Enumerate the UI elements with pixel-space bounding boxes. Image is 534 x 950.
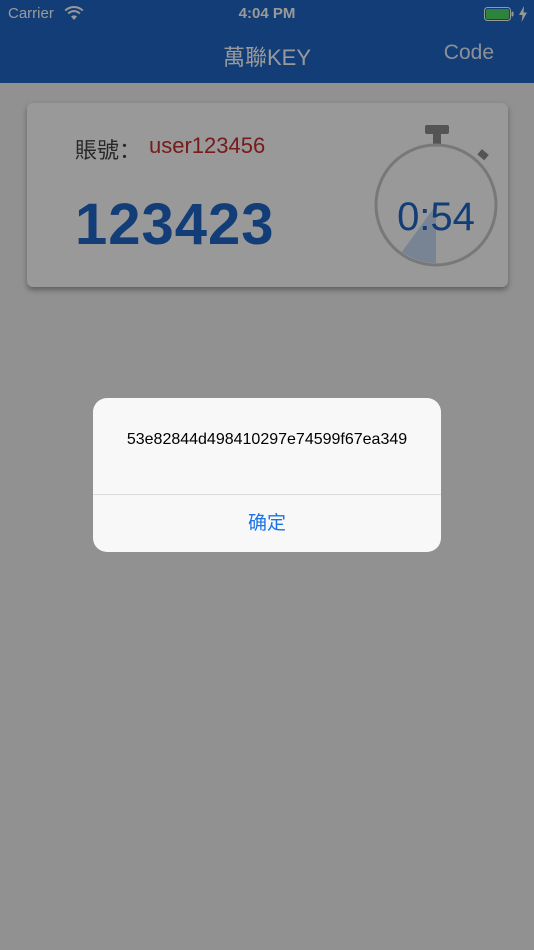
alert-dialog: 53e82844d498410297e74599f67ea349 确定 <box>93 398 441 552</box>
confirm-button[interactable]: 确定 <box>93 495 441 552</box>
alert-message: 53e82844d498410297e74599f67ea349 <box>126 431 408 448</box>
